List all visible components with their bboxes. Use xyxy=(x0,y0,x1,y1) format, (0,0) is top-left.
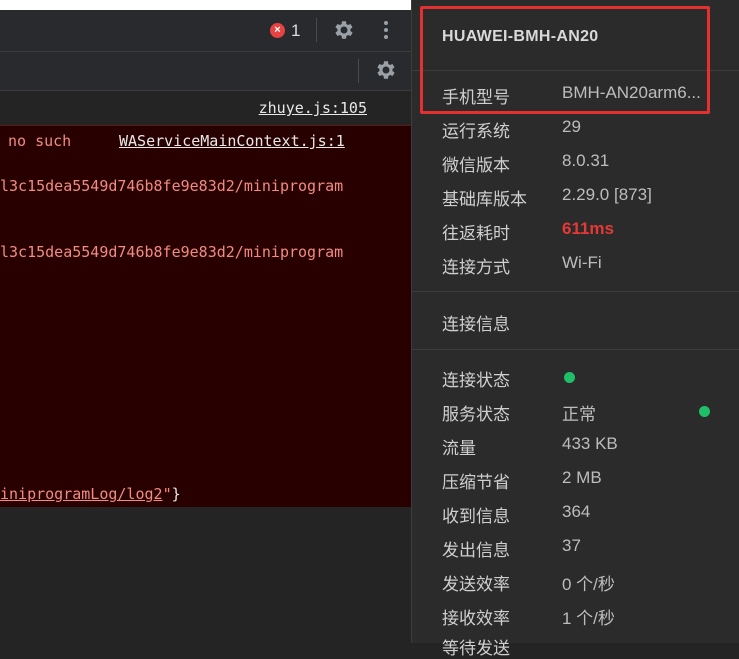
error-circle-icon[interactable]: × xyxy=(270,23,285,38)
info-value: 433 KB xyxy=(562,434,618,453)
console-empty-area xyxy=(0,507,411,643)
info-key: 运行系统 xyxy=(442,122,510,141)
source-link[interactable]: WAServiceMainContext.js:1 xyxy=(119,132,345,150)
error-path-text: l3c15dea5549d746b8fe9e83d2/miniprogram xyxy=(0,243,344,261)
quote-mark: " xyxy=(162,485,172,503)
info-value: 0 个/秒 xyxy=(562,575,615,594)
info-value: 2.29.0 [873] xyxy=(562,185,652,204)
info-key: 服务状态 xyxy=(442,405,510,424)
devtools-toolbar: × 1 xyxy=(0,10,411,52)
info-value: 8.0.31 xyxy=(562,151,610,170)
info-row-connection-status: 连接状态 xyxy=(442,366,732,390)
closing-brace: } xyxy=(171,485,181,503)
info-row-pending: 等待发送 xyxy=(442,639,510,658)
section-title-connection: 连接信息 xyxy=(442,315,510,334)
divider xyxy=(412,291,739,292)
info-key: 连接方式 xyxy=(442,258,510,277)
info-row-compression: 压缩节省 2 MB xyxy=(442,468,732,492)
info-key: 流量 xyxy=(442,439,476,458)
info-key: 收到信息 xyxy=(442,507,510,526)
info-key: 发送效率 xyxy=(442,575,510,594)
status-ok-icon xyxy=(564,372,575,383)
source-link[interactable]: zhuye.js:105 xyxy=(259,99,367,117)
window-top-strip xyxy=(0,0,411,10)
info-row-traffic: 流量 433 KB xyxy=(442,434,732,458)
info-value: 正常 xyxy=(562,405,596,424)
highlight-annotation-box xyxy=(420,6,710,114)
gear-icon[interactable] xyxy=(374,58,398,82)
info-value: 29 xyxy=(562,117,581,136)
toolbar-divider xyxy=(316,18,317,42)
info-row-send-rate: 发送效率 0 个/秒 xyxy=(442,570,732,594)
info-key: 往返耗时 xyxy=(442,224,510,243)
error-count[interactable]: 1 xyxy=(291,21,300,41)
gear-icon[interactable] xyxy=(332,18,356,42)
log-path-line: iniprogramLog/log2"} xyxy=(0,485,181,503)
info-row-wechat-version: 微信版本 8.0.31 xyxy=(442,151,732,175)
info-key: 压缩节省 xyxy=(442,473,510,492)
more-options-icon[interactable] xyxy=(377,18,395,42)
console-panel: × 1 zhuye.js:105 no such WAServiceMainCo… xyxy=(0,0,411,643)
round-trip-value: 611ms xyxy=(562,219,614,238)
info-value: 2 MB xyxy=(562,468,602,487)
info-value: 364 xyxy=(562,502,591,521)
log-path-link[interactable]: iniprogramLog/log2 xyxy=(0,485,163,503)
info-row-connection-type: 连接方式 Wi-Fi xyxy=(442,253,732,277)
info-value: 37 xyxy=(562,536,581,555)
console-error-message: no such WAServiceMainContext.js:1 l3c15d… xyxy=(0,125,411,508)
error-path-text: l3c15dea5549d746b8fe9e83d2/miniprogram xyxy=(0,177,344,195)
console-info-row: zhuye.js:105 xyxy=(0,91,411,126)
info-key: 微信版本 xyxy=(442,156,510,175)
info-row-round-trip: 往返耗时 611ms xyxy=(442,219,732,243)
console-toolbar xyxy=(0,52,411,91)
info-row-service-status: 服务状态 正常 xyxy=(442,400,732,424)
info-key: 接收效率 xyxy=(442,609,510,628)
info-key: 连接状态 xyxy=(442,371,510,390)
info-row-receive-rate: 接收效率 1 个/秒 xyxy=(442,604,732,628)
status-ok-icon xyxy=(699,406,710,417)
info-row-received: 收到信息 364 xyxy=(442,502,732,526)
info-row-os: 运行系统 29 xyxy=(442,117,732,141)
info-row-lib-version: 基础库版本 2.29.0 [873] xyxy=(442,185,732,209)
info-key: 基础库版本 xyxy=(442,190,527,209)
info-key: 发出信息 xyxy=(442,541,510,560)
info-row-sent: 发出信息 37 xyxy=(442,536,732,560)
error-text: no such xyxy=(8,132,72,150)
info-value: 1 个/秒 xyxy=(562,609,615,628)
info-value: Wi-Fi xyxy=(562,253,602,272)
toolbar-divider xyxy=(358,59,359,83)
divider xyxy=(412,349,739,350)
